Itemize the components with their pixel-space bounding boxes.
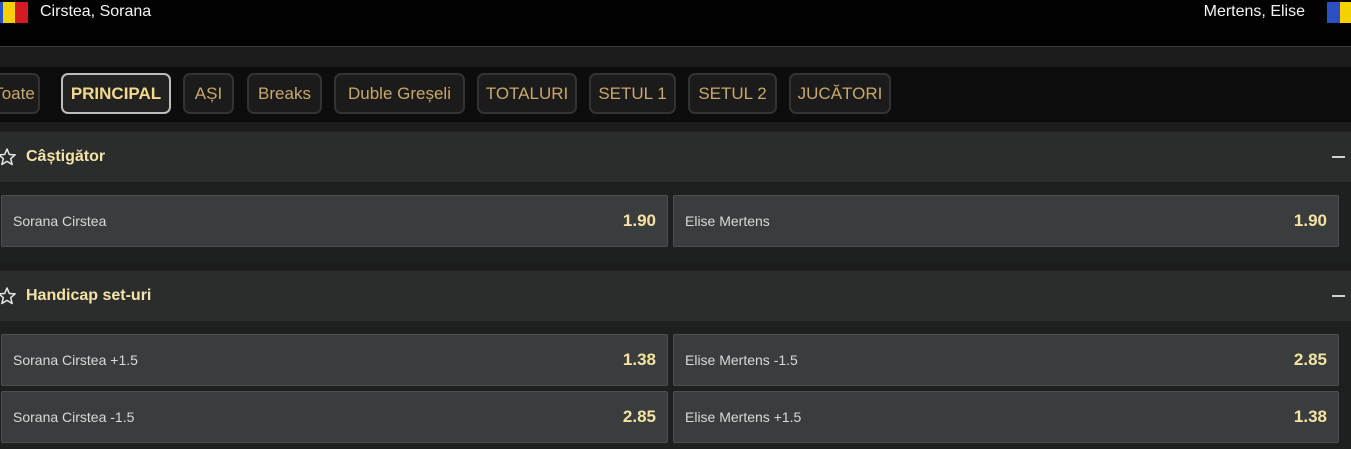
selection-label: Elise Mertens bbox=[685, 213, 770, 229]
selection-label: Sorana Cirstea -1.5 bbox=[13, 409, 135, 425]
tab-asi[interactable]: AȘI bbox=[183, 73, 234, 114]
market-body-set-handicap: Sorana Cirstea +1.5 1.38 Elise Mertens -… bbox=[0, 321, 1351, 449]
selection-label: Elise Mertens -1.5 bbox=[685, 352, 798, 368]
odd-price: 2.85 bbox=[622, 407, 656, 426]
odd-price: 1.38 bbox=[1293, 407, 1327, 426]
market-header-set-handicap[interactable]: Handicap set-uri bbox=[0, 270, 1351, 321]
home-team-name: Cirstea, Sorana bbox=[40, 3, 152, 20]
market-filter-tabs: Toate PRINCIPAL AȘI Breaks Duble Greșeli… bbox=[0, 67, 1351, 122]
odd-price: 1.90 bbox=[622, 211, 656, 230]
away-team-name: Mertens, Elise bbox=[1203, 3, 1305, 20]
selection-label: Sorana Cirstea +1.5 bbox=[13, 352, 138, 368]
odd-button[interactable]: Sorana Cirstea 1.90 bbox=[1, 195, 668, 247]
home-team: Cirstea, Sorana bbox=[0, 0, 151, 24]
collapse-icon[interactable] bbox=[1332, 295, 1345, 297]
odd-button[interactable]: Sorana Cirstea -1.5 2.85 bbox=[1, 391, 668, 443]
star-icon[interactable] bbox=[0, 147, 17, 167]
market-header-winner[interactable]: Câștigător bbox=[0, 131, 1351, 182]
tab-duble-greseli[interactable]: Duble Greșeli bbox=[334, 73, 465, 114]
odd-button[interactable]: Elise Mertens -1.5 2.85 bbox=[673, 334, 1339, 386]
tab-setul-1[interactable]: SETUL 1 bbox=[589, 73, 676, 114]
market-body-winner: Sorana Cirstea 1.90 Elise Mertens 1.90 bbox=[0, 182, 1351, 262]
romania-flag-icon bbox=[0, 1, 29, 23]
tab-jucatori[interactable]: JUCĂTORI bbox=[789, 73, 891, 114]
tab-principal[interactable]: PRINCIPAL bbox=[61, 73, 171, 114]
star-icon[interactable] bbox=[0, 286, 17, 306]
away-team: Mertens, Elise bbox=[1204, 0, 1351, 24]
tab-totaluri[interactable]: TOTALURI bbox=[477, 73, 577, 114]
collapse-icon[interactable] bbox=[1332, 156, 1345, 158]
odd-button[interactable]: Elise Mertens +1.5 1.38 bbox=[673, 391, 1339, 443]
odd-price: 1.90 bbox=[1293, 211, 1327, 230]
odd-price: 1.38 bbox=[622, 350, 656, 369]
odd-button[interactable]: Elise Mertens 1.90 bbox=[673, 195, 1339, 247]
tab-setul-2[interactable]: SETUL 2 bbox=[688, 73, 777, 114]
tab-toate[interactable]: Toate bbox=[0, 73, 40, 114]
belgium-flag-icon bbox=[1327, 1, 1351, 23]
odd-button[interactable]: Sorana Cirstea +1.5 1.38 bbox=[1, 334, 668, 386]
match-header: Cirstea, Sorana Mertens, Elise bbox=[0, 0, 1351, 47]
selection-label: Sorana Cirstea bbox=[13, 213, 107, 229]
selection-label: Elise Mertens +1.5 bbox=[685, 409, 802, 425]
market-title: Handicap set-uri bbox=[26, 287, 152, 304]
market-title: Câștigător bbox=[26, 148, 106, 165]
odd-price: 2.85 bbox=[1293, 350, 1327, 369]
tab-breaks[interactable]: Breaks bbox=[247, 73, 322, 114]
